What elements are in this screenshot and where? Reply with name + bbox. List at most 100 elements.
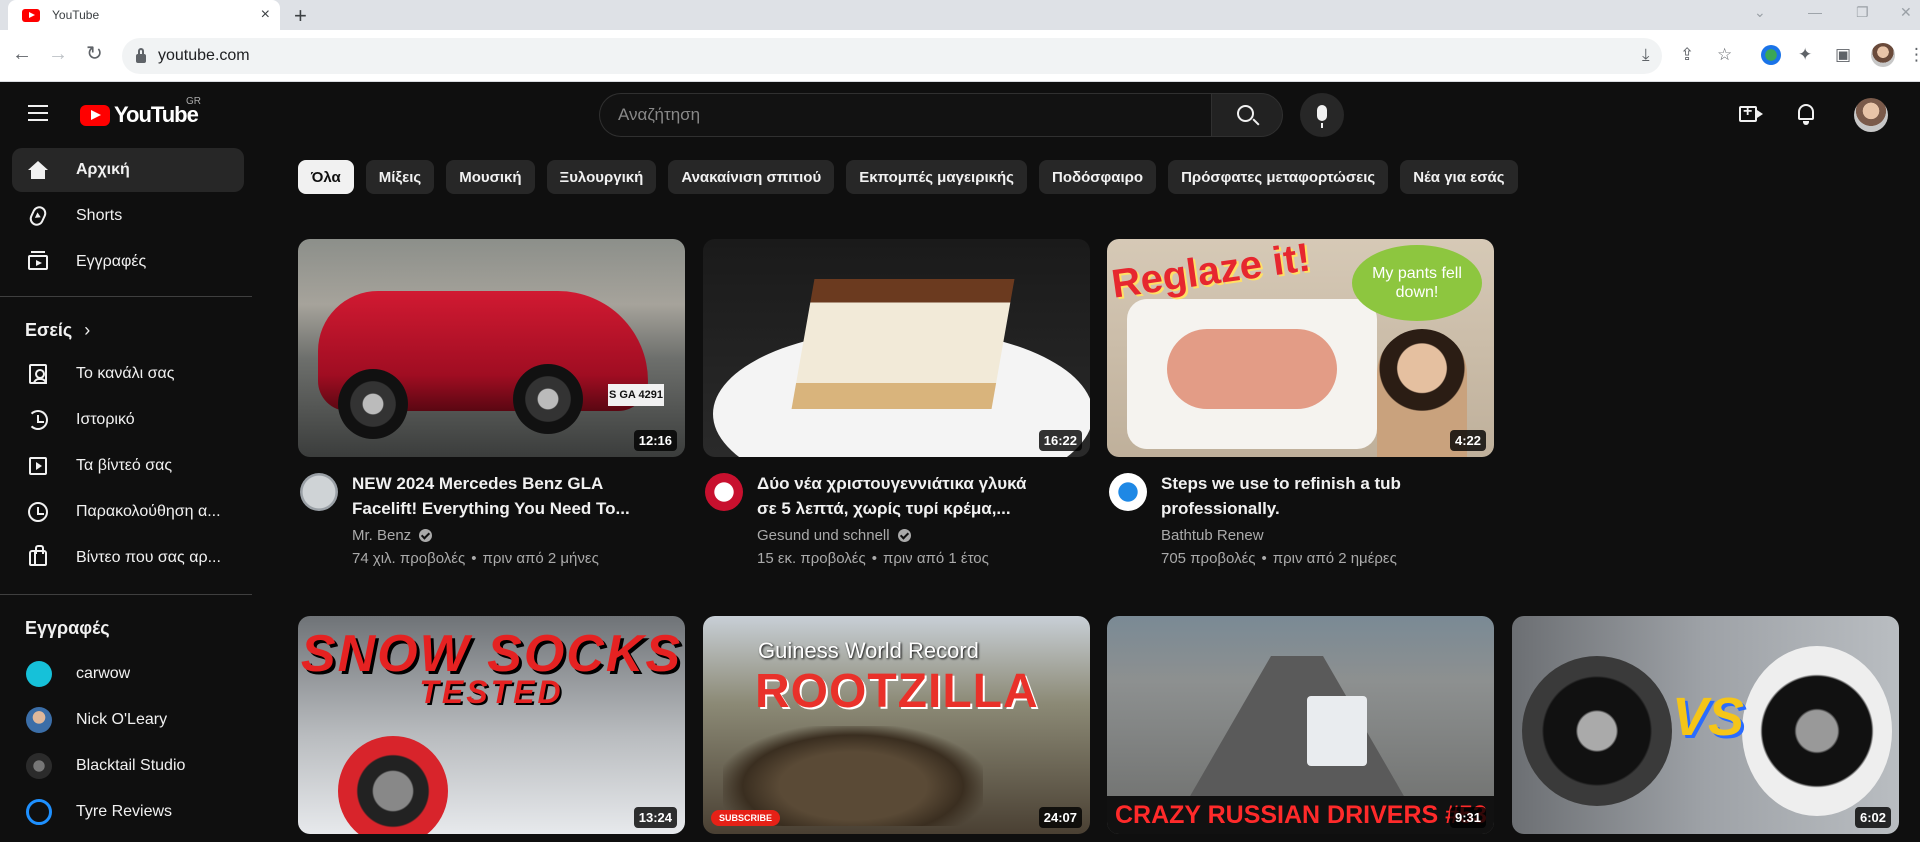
- shorts-icon: [26, 203, 50, 229]
- channel-avatar[interactable]: [1109, 473, 1147, 511]
- thumbnail-overlay-text: CRAZY RUSSIAN DRIVERS #53: [1107, 796, 1494, 834]
- home-icon: [26, 158, 50, 182]
- thumbnail-wheel: [513, 364, 583, 434]
- new-tab-button[interactable]: +: [294, 3, 307, 29]
- chip-woodworking[interactable]: Ξυλουργική: [546, 160, 657, 194]
- account-avatar[interactable]: [1854, 98, 1888, 132]
- thumbnail-overlay-subtext: Guiness World Record: [758, 638, 979, 663]
- video-thumbnail[interactable]: Guiness World Record ROOTZILLA SUBSCRIBE…: [703, 616, 1090, 834]
- video-meta: Δύο νέα χριστουγεννιάτικα γλυκά σε 5 λεπ…: [703, 471, 1090, 581]
- video-thumbnail[interactable]: VS 6:02: [1512, 616, 1899, 834]
- browser-toolbar: ← → ↻ youtube.com ⤓ ⇪ ☆ ✦ ▣ ⋮: [0, 30, 1920, 82]
- video-channel-name[interactable]: Gesund und schnell: [757, 527, 911, 544]
- lock-icon: [136, 47, 146, 63]
- video-card[interactable]: S GA 4291 12:16 NEW 2024 Mercedes Benz G…: [298, 239, 685, 567]
- youtube-logo[interactable]: YouTube GR: [80, 96, 201, 128]
- channel-avatar[interactable]: [300, 473, 338, 511]
- install-app-icon[interactable]: ⤓: [1642, 46, 1650, 63]
- create-video-icon[interactable]: [1739, 103, 1763, 124]
- video-card[interactable]: CRAZY RUSSIAN DRIVERS #53 9:31: [1107, 616, 1494, 834]
- search-box: [599, 93, 1283, 137]
- sidebar-item-liked-videos[interactable]: Βίντεο που σας αρ...: [12, 536, 244, 580]
- chip-football[interactable]: Ποδόσφαιρο: [1039, 160, 1157, 194]
- chip-home-renovation[interactable]: Ανακαίνιση σπιτιού: [668, 160, 835, 194]
- sidebar-divider: [0, 594, 252, 595]
- video-title[interactable]: Steps we use to refinish a tub professio…: [1161, 471, 1481, 521]
- video-thumbnail[interactable]: CRAZY RUSSIAN DRIVERS #53 9:31: [1107, 616, 1494, 834]
- channel-avatar: [26, 753, 52, 779]
- sidebar-item-history[interactable]: Ιστορικό: [12, 398, 244, 442]
- video-duration: 13:24: [633, 807, 677, 828]
- sidebar-channel-carwow[interactable]: carwow: [12, 652, 244, 696]
- search-button[interactable]: [1211, 93, 1283, 137]
- voice-search-button[interactable]: [1300, 93, 1344, 137]
- sidebar-channel-nick-oleary[interactable]: Nick O'Leary: [12, 698, 244, 742]
- sidebar-channel-blacktail-studio[interactable]: Blacktail Studio: [12, 744, 244, 788]
- watch-later-icon: [26, 500, 50, 524]
- video-title[interactable]: Δύο νέα χριστουγεννιάτικα γλυκά σε 5 λεπ…: [757, 471, 1077, 521]
- sidebar-item-subscriptions[interactable]: Εγγραφές: [12, 240, 244, 284]
- sidebar-item-watch-later[interactable]: Παρακολούθηση α...: [12, 490, 244, 534]
- chip-cooking-shows[interactable]: Εκπομπές μαγειρικής: [846, 160, 1027, 194]
- sidebar-item-home[interactable]: Αρχική: [12, 148, 244, 192]
- notifications-bell-icon[interactable]: [1797, 104, 1815, 125]
- sidebar-item-label: carwow: [76, 665, 131, 682]
- liked-icon: [26, 545, 50, 570]
- video-card[interactable]: Guiness World Record ROOTZILLA SUBSCRIBE…: [703, 616, 1090, 834]
- video-card[interactable]: VS 6:02: [1512, 616, 1899, 834]
- menu-icon[interactable]: [28, 105, 48, 121]
- minimize-icon[interactable]: —: [1808, 4, 1822, 20]
- tab-search-icon[interactable]: ⌄: [1754, 4, 1766, 21]
- chip-all[interactable]: Όλα: [298, 160, 354, 194]
- sidebar-item-your-videos[interactable]: Τα βίντεό σας: [12, 444, 244, 488]
- video-card[interactable]: Reglaze it! My pants fell down! 4:22 Ste…: [1107, 239, 1494, 567]
- restore-icon[interactable]: ❐: [1856, 4, 1869, 21]
- channel-avatar[interactable]: [705, 473, 743, 511]
- video-channel-name[interactable]: Bathtub Renew: [1161, 527, 1264, 544]
- forward-icon[interactable]: →: [48, 44, 68, 64]
- video-thumbnail[interactable]: SNOW SOCKS TESTED 13:24: [298, 616, 685, 834]
- video-card[interactable]: 16:22 Δύο νέα χριστουγεννιάτικα γλυκά σε…: [703, 239, 1090, 567]
- video-thumbnail[interactable]: S GA 4291 12:16: [298, 239, 685, 457]
- youtube-play-icon: [80, 104, 110, 126]
- video-duration: 4:22: [1449, 430, 1486, 451]
- sidebar-channel-tyre-reviews[interactable]: Tyre Reviews: [12, 790, 244, 834]
- region-code: GR: [186, 96, 201, 107]
- reload-icon[interactable]: ↻: [86, 44, 103, 64]
- chip-new-to-you[interactable]: Νέα για εσάς: [1400, 160, 1518, 194]
- video-card[interactable]: SNOW SOCKS TESTED 13:24: [298, 616, 685, 834]
- bookmark-star-icon[interactable]: ☆: [1717, 46, 1732, 63]
- share-icon[interactable]: ⇪: [1680, 46, 1694, 63]
- chip-recently-uploaded[interactable]: Πρόσφατες μεταφορτώσεις: [1168, 160, 1389, 194]
- verified-check-icon: [897, 529, 911, 542]
- tab-close-icon[interactable]: ×: [261, 7, 270, 23]
- extensions-puzzle-icon[interactable]: ✦: [1798, 46, 1812, 63]
- subscriptions-heading-label: Εγγραφές: [25, 618, 110, 638]
- browser-menu-icon[interactable]: ⋮: [1908, 46, 1920, 63]
- sidebar-item-label: Nick O'Leary: [76, 711, 168, 728]
- back-icon[interactable]: ←: [12, 44, 32, 64]
- sidebar-item-label: Ιστορικό: [76, 411, 135, 428]
- browser-tab[interactable]: YouTube ×: [8, 0, 280, 30]
- video-title[interactable]: NEW 2024 Mercedes Benz GLA Facelift! Eve…: [352, 471, 672, 521]
- video-thumbnail[interactable]: Reglaze it! My pants fell down! 4:22: [1107, 239, 1494, 457]
- search-input[interactable]: [599, 93, 1211, 137]
- extension-globe-icon[interactable]: [1761, 45, 1781, 65]
- sidebar-item-shorts[interactable]: Shorts: [12, 194, 244, 238]
- sidebar-item-your-channel[interactable]: Το κανάλι σας: [12, 352, 244, 396]
- thumbnail-wheel: [338, 369, 408, 439]
- youtube-favicon-icon: [22, 8, 40, 22]
- side-panel-icon[interactable]: ▣: [1835, 46, 1851, 63]
- address-bar[interactable]: youtube.com: [122, 38, 1662, 74]
- close-window-icon[interactable]: ✕: [1900, 4, 1912, 21]
- video-meta: Steps we use to refinish a tub professio…: [1107, 471, 1494, 581]
- chip-music[interactable]: Μουσική: [446, 160, 535, 194]
- channel-avatar: [26, 799, 52, 825]
- thumbnail-tyre-shape: [338, 736, 448, 834]
- video-duration: 12:16: [633, 430, 677, 451]
- video-channel-name[interactable]: Mr. Benz: [352, 527, 433, 544]
- chip-mixes[interactable]: Μίξεις: [365, 160, 435, 194]
- video-thumbnail[interactable]: 16:22: [703, 239, 1090, 457]
- you-section-heading[interactable]: Εσείς ›: [25, 320, 90, 341]
- profile-avatar[interactable]: [1871, 43, 1895, 67]
